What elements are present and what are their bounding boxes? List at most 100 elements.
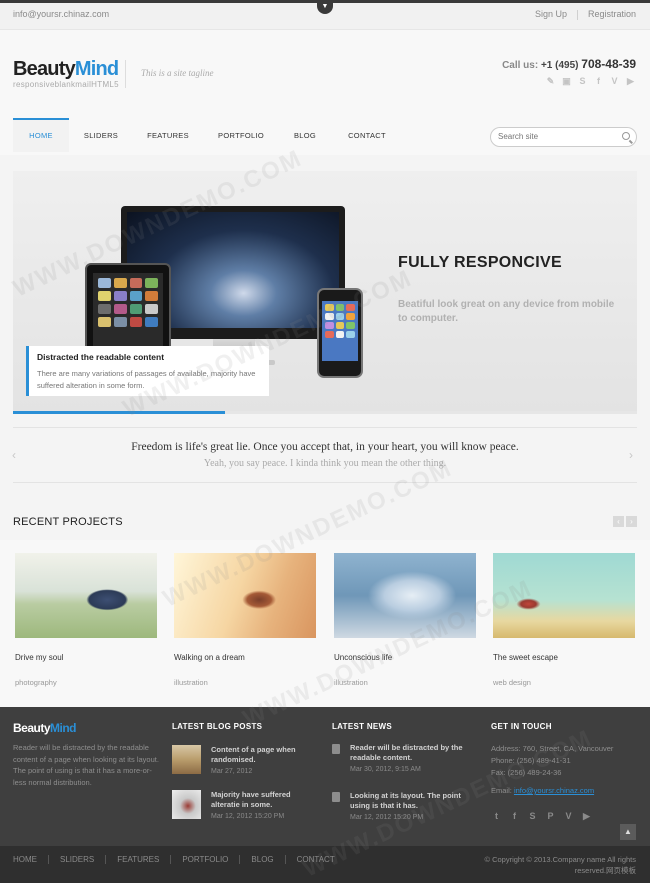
project-category[interactable]: illustration: [174, 678, 316, 687]
news-title[interactable]: Looking at its layout. The point using i…: [350, 791, 480, 811]
bottom-nav-portfolio[interactable]: PORTFOLIO: [182, 855, 228, 864]
quote-box: Freedom is life's great lie. Once you ac…: [13, 427, 637, 483]
chevron-right-icon[interactable]: ›: [629, 448, 633, 462]
skype-icon[interactable]: S: [527, 811, 538, 822]
next-arrow-icon[interactable]: ›: [626, 516, 637, 527]
nav-contact[interactable]: CONTACT: [343, 118, 391, 152]
project-name[interactable]: Drive my soul: [15, 653, 157, 662]
pencil-icon[interactable]: ✎: [545, 76, 556, 87]
document-icon: [332, 792, 340, 802]
divider: [284, 855, 286, 864]
bottom-nav-features[interactable]: FEATURES: [117, 855, 159, 864]
project-thumbnail[interactable]: [334, 553, 476, 638]
project-name[interactable]: The sweet escape: [493, 653, 635, 662]
project-name[interactable]: Unconscious life: [334, 653, 476, 662]
nav-sliders[interactable]: SLIDERS: [78, 118, 124, 152]
blog-post-title[interactable]: Content of a page when randomised.: [211, 745, 321, 765]
blog-post-thumbnail[interactable]: [172, 790, 201, 819]
youtube-icon[interactable]: ▶: [625, 76, 636, 87]
bottom-bar: HOME SLIDERS FEATURES PORTFOLIO BLOG CON…: [0, 846, 650, 883]
footer: BeautyMind Reader will be distracted by …: [0, 707, 650, 846]
registration-link[interactable]: Registration: [588, 9, 636, 19]
top-links: Sign Up Registration: [535, 9, 636, 20]
project-card[interactable]: Walking on a dream illustration: [174, 553, 316, 687]
blog-post-thumbnail[interactable]: [172, 745, 201, 774]
project-category[interactable]: photography: [15, 678, 157, 687]
top-bar: info@yoursr.chinaz.com ▼ Sign Up Registra…: [0, 0, 650, 30]
news-date: Mar 12, 2012 15:20 PM: [350, 814, 424, 821]
project-card[interactable]: The sweet escape web design: [493, 553, 635, 687]
contact-info: Address: 760, Street, CA, Vancouver Phon…: [491, 743, 613, 797]
news-title[interactable]: Reader will be distracted by the readabl…: [350, 743, 480, 763]
divider: [576, 9, 578, 20]
bottom-nav-sliders[interactable]: SLIDERS: [60, 855, 94, 864]
project-category[interactable]: illustration: [334, 678, 476, 687]
divider: [170, 855, 172, 864]
divider: [105, 855, 107, 864]
hero-slider: Distracted the readable content There ar…: [13, 171, 637, 414]
youtube-icon[interactable]: ▶: [581, 811, 592, 822]
project-thumbnail[interactable]: [174, 553, 316, 638]
site-logo[interactable]: BeautyMind: [13, 58, 119, 81]
signup-link[interactable]: Sign Up: [535, 9, 567, 19]
chevron-left-icon[interactable]: ‹: [12, 448, 16, 462]
vimeo-icon[interactable]: V: [563, 811, 574, 822]
contact-email-row: Email: info@yoursr.chinaz.com: [491, 785, 613, 797]
skype-icon[interactable]: S: [577, 76, 588, 87]
get-in-touch-heading: GET IN TOUCH: [491, 722, 552, 731]
twitter-icon[interactable]: t: [491, 811, 502, 822]
project-name[interactable]: Walking on a dream: [174, 653, 316, 662]
divider: [48, 855, 49, 864]
search-box: [490, 127, 637, 147]
nav-blog[interactable]: BLOG: [287, 118, 323, 152]
latest-news-heading: LATEST NEWS: [332, 722, 393, 731]
project-card[interactable]: Unconscious life illustration: [334, 553, 476, 687]
bottom-nav-blog[interactable]: BLOG: [251, 855, 273, 864]
blog-post-title[interactable]: Majority have suffered alteratie in some…: [211, 790, 321, 810]
call-label: Call us:: [502, 60, 539, 71]
nav-portfolio[interactable]: PORTFOLIO: [213, 118, 269, 152]
search-input[interactable]: [498, 132, 618, 141]
contact-email-label: Email:: [491, 786, 512, 795]
quote-sub: Yeah, you say peace. I kinda think you m…: [203, 458, 447, 469]
blog-posts-heading: LATEST BLOG POSTS: [172, 722, 263, 731]
footer-logo-beauty: Beauty: [13, 721, 51, 735]
prev-arrow-icon[interactable]: ‹: [613, 516, 624, 527]
quote-main: Freedom is life's great lie. Once you ac…: [131, 441, 519, 453]
footer-logo[interactable]: BeautyMind: [13, 721, 77, 735]
logo-beauty: Beauty: [13, 58, 76, 80]
document-icon: [332, 744, 340, 754]
slider-progress-bar: [13, 411, 226, 414]
back-to-top-icon[interactable]: ▲: [620, 824, 636, 840]
divider: [125, 60, 126, 88]
slider-progress-track: [13, 411, 637, 414]
bottom-nav-home[interactable]: HOME: [13, 855, 37, 864]
search-icon[interactable]: [622, 132, 630, 140]
project-arrows: ‹ ›: [613, 516, 637, 527]
project-thumbnail[interactable]: [493, 553, 635, 638]
project-card[interactable]: Drive my soul photography: [15, 553, 157, 687]
chat-icon[interactable]: ▣: [561, 76, 572, 87]
nav-features[interactable]: FEATURES: [142, 118, 194, 152]
logo-mind: Mind: [74, 58, 119, 80]
facebook-icon[interactable]: f: [509, 811, 520, 822]
top-email-link[interactable]: info@yoursr.chinaz.com: [13, 9, 109, 19]
pinterest-icon[interactable]: P: [545, 811, 556, 822]
projects-strip: Drive my soul photography Walking on a d…: [0, 540, 650, 707]
footer-about-text: Reader will be distracted by the readabl…: [13, 743, 159, 787]
contact-fax: Fax: (256) 489-24-36: [491, 768, 562, 777]
project-thumbnail[interactable]: [15, 553, 157, 638]
caption-title: Distracted the readable content: [37, 352, 165, 362]
phone-screen: [322, 301, 358, 361]
chevron-down-icon[interactable]: ▼: [317, 2, 333, 14]
main-nav: HOME SLIDERS FEATURES PORTFOLIO BLOG CON…: [0, 115, 650, 155]
contact-email-link[interactable]: info@yoursr.chinaz.com: [514, 786, 594, 795]
header-social-icons: ✎ ▣ S f V ▶: [545, 76, 636, 87]
nav-home[interactable]: HOME: [13, 118, 69, 152]
bottom-nav-contact[interactable]: CONTACT: [297, 855, 335, 864]
project-category[interactable]: web design: [493, 678, 635, 687]
vimeo-icon[interactable]: V: [609, 76, 620, 87]
facebook-icon[interactable]: f: [593, 76, 604, 87]
blog-post-date: Mar 27, 2012: [211, 768, 253, 775]
blog-post-date: Mar 12, 2012 15:20 PM: [211, 813, 285, 820]
